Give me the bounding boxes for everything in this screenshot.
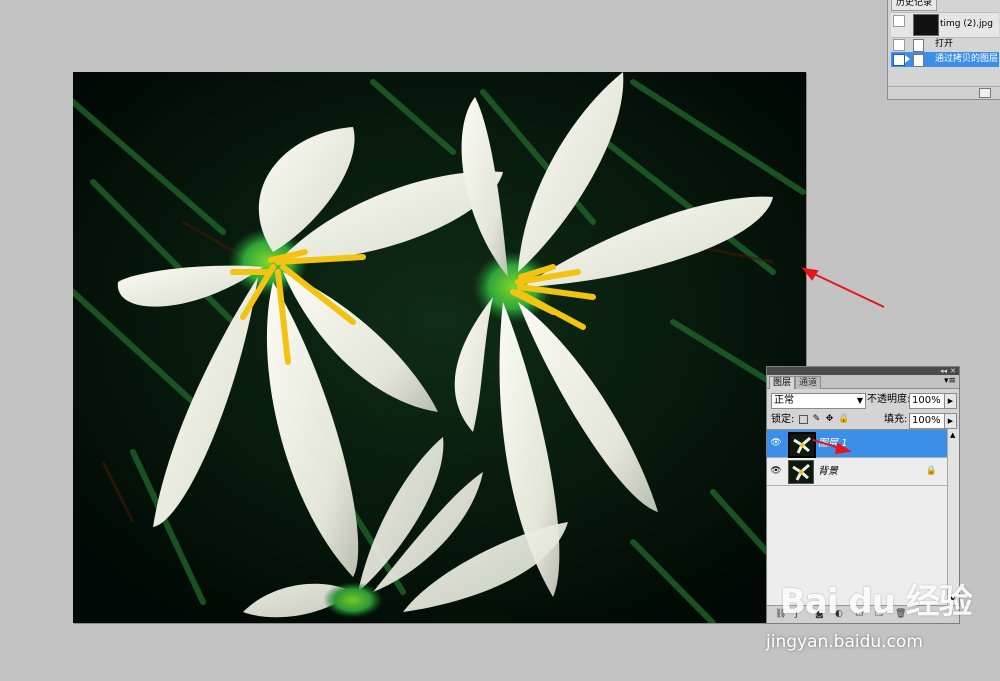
history-tab[interactable]: 历史记录 [891,0,938,11]
eye-icon[interactable]: 👁 [770,438,782,448]
scroll-up-icon[interactable]: ▲ [950,431,955,439]
adjustment-icon[interactable]: ◐ [835,610,843,619]
fx-icon[interactable]: ƒ [795,610,798,619]
eye-icon[interactable]: 👁 [770,466,782,476]
snapshot-label: timg (2).jpg [940,19,993,29]
history-footer [888,86,1000,99]
tab-channels[interactable]: 通道 [795,376,822,389]
opacity-input[interactable]: 100% [909,393,945,409]
opacity-slider-button[interactable]: ▶ [944,393,957,409]
history-brush-checkbox[interactable] [893,15,905,27]
scroll-down-icon[interactable]: ▼ [950,595,955,603]
tab-layers[interactable]: 图层 [769,376,796,389]
mask-icon[interactable]: ◙ [815,610,824,619]
new-layer-icon[interactable]: ❐ [875,610,883,619]
history-brush-checkbox[interactable] [893,54,905,66]
trash-icon[interactable]: 🗑 [895,610,906,619]
document-icon [913,54,924,67]
lock-position-icon[interactable]: ✥ [825,415,834,424]
lock-all-icon[interactable]: 🔒 [838,415,849,424]
fill-label: 填充: [884,414,908,425]
lock-label: 锁定: [771,414,795,425]
folder-icon[interactable]: ▭ [855,610,864,619]
layer-list: 👁 图层 1 👁 背景 🔒 [767,429,947,606]
lock-icon: 🔒 [925,466,937,476]
panel-menu-icon[interactable]: ▾≡ [944,377,956,386]
panel-tabs: 图层 通道 ▾≡ [767,375,959,389]
panel-title-bar[interactable]: ◂◂ ✕ [767,367,959,375]
layer-row-background[interactable]: 👁 背景 🔒 [767,458,947,486]
chevron-down-icon: ▼ [856,396,863,405]
watermark-url: jingyan.baidu.com [766,632,923,652]
close-icon[interactable]: ✕ [950,367,956,375]
flower-photo [73,72,806,623]
annotation-arrow-canvas [809,271,885,308]
blend-mode-value: 正常 [774,395,794,406]
history-step-label: 打开 [935,39,954,49]
history-step-layer-via-copy[interactable]: 通过拷贝的图层 [891,52,999,67]
layers-panel: ◂◂ ✕ 图层 通道 ▾≡ 正常 ▼ 不透明度: 100% ▶ 锁定: ✎ ✥ … [766,366,960,624]
lock-transparency-icon[interactable] [799,415,808,424]
link-icon[interactable]: ⛓ [775,610,786,619]
history-state-arrow-icon [905,55,910,63]
collapse-icon[interactable]: ◂◂ [940,367,947,375]
history-step-open[interactable]: 打开 [891,37,999,52]
new-snapshot-icon[interactable] [979,88,991,98]
document-icon [913,39,924,52]
snapshot-thumbnail [913,14,939,36]
history-brush-checkbox[interactable] [893,39,905,51]
layer-thumbnail [788,432,816,458]
fill-slider-button[interactable]: ▶ [944,413,957,429]
history-step-label: 通过拷贝的图层 [935,54,999,64]
history-snapshot[interactable]: timg (2).jpg [891,12,999,38]
fill-input[interactable]: 100% [909,413,945,429]
layer-list-scrollbar[interactable]: ▲ ▼ [947,429,959,605]
blend-mode-select[interactable]: 正常 ▼ [771,393,866,409]
layers-footer: ⛓ ƒ ◙ ◐ ▭ ❐ 🗑 [767,605,959,623]
layer-row-layer-1[interactable]: 👁 图层 1 [767,430,947,458]
layer-thumbnail [788,460,814,484]
history-panel: 历史记录 timg (2).jpg 打开 通过拷贝的图层 [887,0,1000,100]
layer-name[interactable]: 图层 1 [818,430,848,457]
document-canvas[interactable] [73,72,806,623]
lock-paint-icon[interactable]: ✎ [812,415,821,424]
opacity-label: 不透明度: [867,394,911,405]
layer-name[interactable]: 背景 [818,458,838,485]
